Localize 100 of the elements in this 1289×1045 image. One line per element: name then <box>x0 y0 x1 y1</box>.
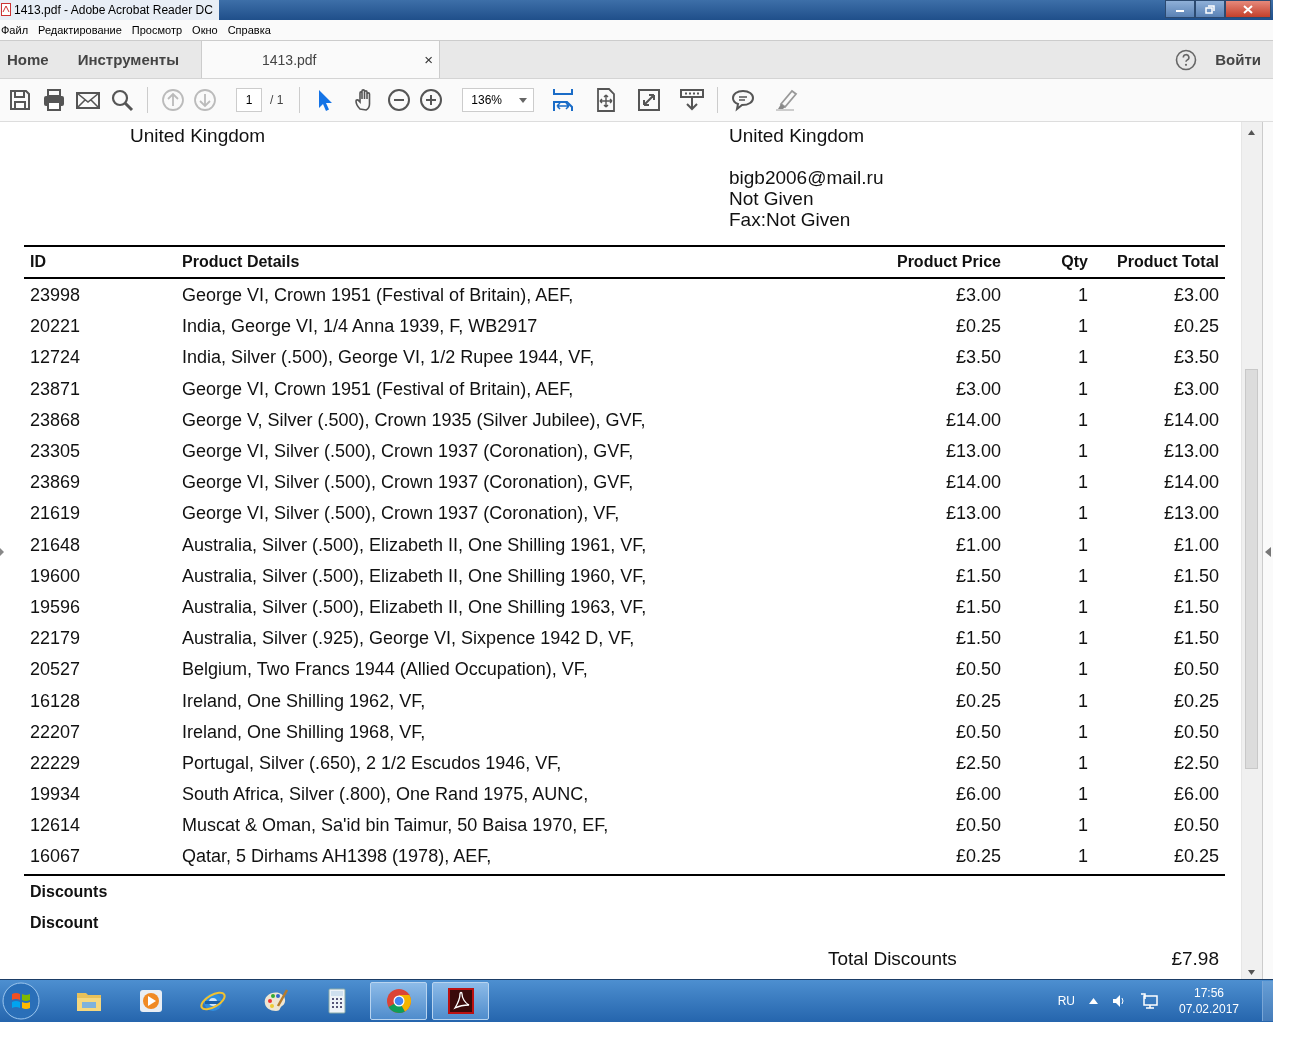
help-icon[interactable] <box>1175 48 1198 71</box>
menu-item[interactable]: Файл <box>1 24 29 36</box>
table-cell-text: 23305 <box>29 441 82 463</box>
zoom-dropdown[interactable]: 136% <box>462 88 535 112</box>
table-cell-text: £0.50 <box>1172 659 1220 681</box>
table-cell-text: Portugal, Silver (.650), 2 1/2 Escudos 1946, VF, <box>181 752 563 774</box>
acrobat-icon <box>445 986 476 1016</box>
table-cell-text: 1 <box>1077 347 1089 369</box>
table-cell-text: Qatar, 5 Dirhams AH1398 (1978), AEF, <box>181 846 493 868</box>
table-cell-text: 1 <box>1077 628 1089 650</box>
column-header: Product Price <box>895 253 1002 271</box>
table-cell-text: Ireland, One Shilling 1962, VF, <box>181 690 427 712</box>
column-header: Product Details <box>181 253 301 271</box>
table-cell-text: £13.00 <box>944 503 1002 525</box>
full-screen-icon[interactable] <box>636 87 663 113</box>
taskbar-button[interactable] <box>432 982 489 1020</box>
table-cell-text: 21619 <box>29 503 82 525</box>
total-label: Total Discounts <box>828 947 957 970</box>
show-hidden-icons-icon[interactable] <box>1089 998 1098 1004</box>
table-cell-text: Belgium, Two Francs 1944 (Allied Occupation), VF, <box>181 659 589 681</box>
table-cell-text: 1 <box>1077 784 1089 806</box>
table-cell-text: £3.00 <box>954 378 1002 400</box>
zoom-value: 136% <box>471 93 503 107</box>
tab-title: 1413.pdf <box>262 51 317 68</box>
table-cell-text: 1 <box>1077 721 1089 743</box>
nav-tab[interactable]: Инструменты <box>70 41 186 78</box>
nav-tab[interactable]: Home <box>0 41 56 78</box>
table-cell-text: £0.25 <box>1172 690 1220 712</box>
dropdown-caret-icon <box>519 97 528 103</box>
scrollbar-thumb[interactable] <box>1245 369 1259 769</box>
window-title: 1413.pdf - Adobe Acrobat Reader DC <box>0 0 219 20</box>
zoom-out-icon[interactable] <box>386 87 413 113</box>
address-line: Not Given <box>729 188 815 209</box>
table-cell-text: 23869 <box>29 472 82 494</box>
table-cell-text: 1 <box>1077 285 1089 307</box>
table-cell-text: £14.00 <box>944 472 1002 494</box>
table-cell-text: 23871 <box>29 378 82 400</box>
table-cell-text: £14.00 <box>1162 472 1220 494</box>
table-cell-text: Australia, Silver (.925), George VI, Sixpence 1942 D, VF, <box>181 628 636 650</box>
table-cell-text: George VI, Crown 1951 (Festival of Britain), AEF, <box>181 378 575 400</box>
table-cell-text: £3.00 <box>954 285 1002 307</box>
save-icon[interactable] <box>7 87 33 113</box>
search-icon[interactable] <box>109 87 135 113</box>
menu-item[interactable]: Справка <box>227 24 271 36</box>
table-cell-text: £6.00 <box>954 784 1002 806</box>
address-line: United Kingdom <box>130 125 267 146</box>
table-cell-text: 20527 <box>29 659 82 681</box>
network-icon[interactable] <box>1140 993 1158 1009</box>
table-cell-text: Ireland, One Shilling 1968, VF, <box>181 721 427 743</box>
menu-item[interactable]: Просмотр <box>131 24 183 36</box>
pdf-file-icon <box>1 3 11 16</box>
page-number-field[interactable]: 1 <box>236 88 262 112</box>
scroll-down-icon[interactable] <box>1248 970 1256 975</box>
clock[interactable]: 17:56 07.02.2017 <box>1180 985 1238 1017</box>
table-cell-text: George VI, Silver (.500), Crown 1937 (Coronation), GVF, <box>181 472 635 494</box>
document-tab[interactable]: 1413.pdf × <box>201 41 440 78</box>
menu-item[interactable]: Окно <box>192 24 218 36</box>
comment-icon[interactable] <box>730 87 757 113</box>
sign-in-link[interactable]: Войти <box>1215 51 1261 68</box>
table-cell-text: £3.50 <box>954 347 1002 369</box>
address-line: United Kingdom <box>729 125 866 146</box>
expand-arrow-icon[interactable] <box>0 548 4 556</box>
menu-item[interactable]: Редактирование <box>38 24 122 36</box>
minimize-button[interactable] <box>1165 0 1195 18</box>
print-icon[interactable] <box>41 87 67 113</box>
section-heading: Discounts <box>30 881 109 902</box>
table-cell-text: Australia, Silver (.500), Elizabeth II, One Shilling 1961, VF, <box>181 534 648 556</box>
table-cell-text: George VI, Silver (.500), Crown 1937 (Coronation), GVF, <box>181 441 635 463</box>
table-cell-text: George V, Silver (.500), Crown 1935 (Silver Jubilee), GVF, <box>181 409 647 431</box>
column-header: Qty <box>1060 253 1089 271</box>
table-cell-text: £0.50 <box>954 815 1002 837</box>
table-cell-text: 1 <box>1077 846 1089 868</box>
language-indicator[interactable]: RU <box>1057 994 1075 1008</box>
table-cell-text: £0.50 <box>954 659 1002 681</box>
table-cell-text: £0.25 <box>1172 316 1220 338</box>
start-button-icon[interactable] <box>2 982 40 1020</box>
scroll-up-icon[interactable] <box>1248 130 1256 135</box>
table-cell-text: South Africa, Silver (.800), One Rand 1975, AUNC, <box>181 784 590 806</box>
table-cell-text: 16128 <box>29 690 82 712</box>
side-panel-toggle[interactable] <box>1262 122 1273 979</box>
table-cell-text: 1 <box>1077 409 1089 431</box>
clock-time: 17:56 <box>1194 985 1224 1001</box>
table-cell-text: £0.25 <box>954 846 1002 868</box>
restore-button[interactable] <box>1195 0 1225 18</box>
total-value: £7.98 <box>1171 947 1219 970</box>
table-cell-text: 23868 <box>29 409 82 431</box>
close-button[interactable] <box>1225 0 1271 18</box>
table-cell-text: 1 <box>1077 441 1089 463</box>
zoom-in-icon[interactable] <box>418 87 445 113</box>
table-cell-text: £14.00 <box>944 409 1002 431</box>
scrollbar[interactable] <box>1241 122 1262 979</box>
table-cell-text: 1 <box>1077 378 1089 400</box>
table-cell-text: £1.50 <box>1172 596 1220 618</box>
speaker-icon[interactable] <box>1112 994 1126 1008</box>
read-mode-icon[interactable] <box>679 87 706 113</box>
table-cell-text: 1 <box>1077 752 1089 774</box>
close-icon <box>1243 4 1253 14</box>
table-cell-text: £13.00 <box>1162 503 1220 525</box>
clock-date: 07.02.2017 <box>1178 1001 1240 1017</box>
close-tab-button[interactable]: × <box>424 51 433 68</box>
